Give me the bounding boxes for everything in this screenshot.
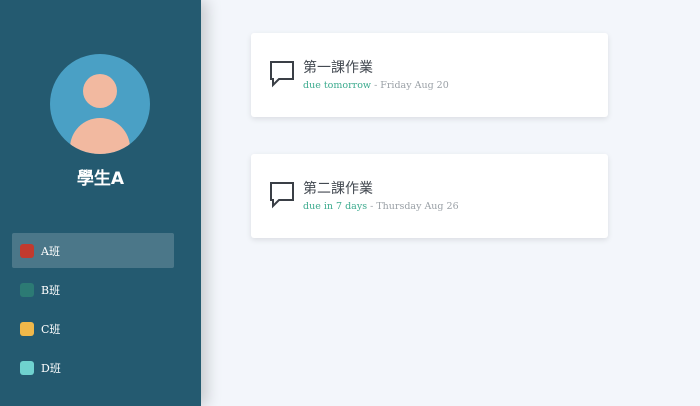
class-color-swatch <box>20 321 34 336</box>
nav-item-label: B班 <box>41 283 61 297</box>
assignment-title: 第二課作業 <box>303 181 373 197</box>
comment-icon <box>270 61 294 88</box>
assignment-title: 第一課作業 <box>303 60 373 76</box>
avatar-head <box>83 74 117 108</box>
nav-item-class-c[interactable]: C班 <box>12 311 174 346</box>
class-nav: A班 B班 C班 D班 <box>12 233 174 389</box>
assignment-meta: due tomorrow - Friday Aug 20 <box>303 80 449 91</box>
assignment-card[interactable]: 第二課作業 due in 7 days - Thursday Aug 26 <box>251 154 608 238</box>
meta-separator: - <box>367 201 377 212</box>
assignment-meta: due in 7 days - Thursday Aug 26 <box>303 201 459 212</box>
due-status: due tomorrow <box>303 80 372 91</box>
nav-item-class-b[interactable]: B班 <box>12 272 174 307</box>
user-name: 學生A <box>76 169 125 189</box>
assignment-card[interactable]: 第一課作業 due tomorrow - Friday Aug 20 <box>251 33 608 117</box>
due-date: Thursday Aug 26 <box>376 201 459 212</box>
nav-item-class-a[interactable]: A班 <box>12 233 174 268</box>
class-color-swatch <box>20 360 34 375</box>
comment-icon <box>270 182 294 209</box>
nav-item-label: A班 <box>41 244 60 258</box>
due-date: Friday Aug 20 <box>380 80 449 91</box>
nav-item-label: D班 <box>41 361 61 375</box>
meta-separator: - <box>371 80 381 91</box>
due-status: due in 7 days <box>303 201 368 212</box>
class-color-swatch <box>20 243 34 258</box>
nav-item-label: C班 <box>41 322 61 336</box>
nav-item-class-d[interactable]: D班 <box>12 350 174 385</box>
class-color-swatch <box>20 282 34 297</box>
avatar <box>50 54 150 154</box>
sidebar: 學生A A班 B班 C班 D班 <box>0 0 201 406</box>
avatar-body <box>70 118 130 154</box>
